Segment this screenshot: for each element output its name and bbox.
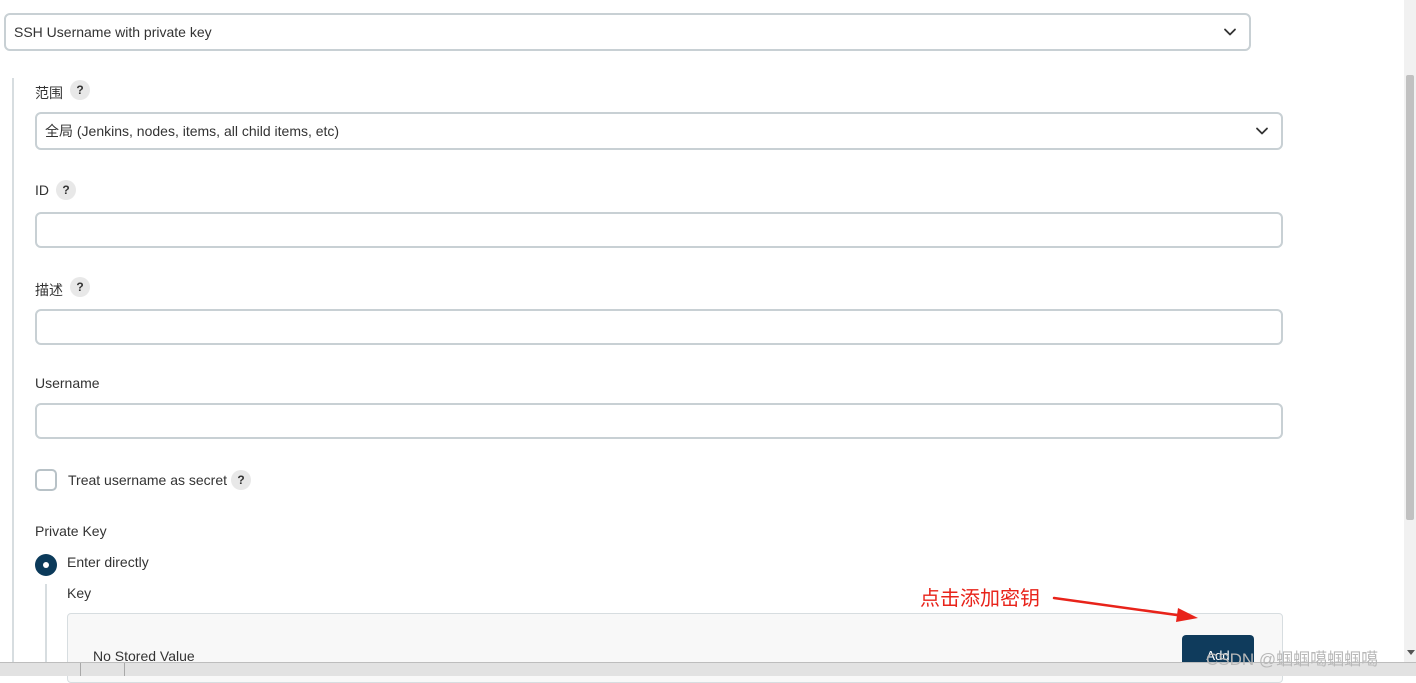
horizontal-scrollbar — [0, 662, 1416, 676]
section-indent-line — [12, 78, 14, 662]
description-help-icon[interactable]: ? — [70, 277, 90, 297]
username-label: Username — [35, 375, 100, 391]
kind-select-value: SSH Username with private key — [14, 24, 212, 40]
treat-secret-help-icon[interactable]: ? — [231, 470, 251, 490]
watermark: CSDN @蝈蝈噶蝈蝈噶 — [1206, 650, 1379, 669]
scope-label: 范围 — [35, 85, 63, 101]
scroll-down-arrow-icon[interactable] — [1406, 648, 1416, 656]
scrollbar-thumb[interactable] — [1406, 75, 1414, 520]
treat-secret-label[interactable]: Treat username as secret — [68, 472, 227, 488]
id-label: ID — [35, 182, 49, 198]
kind-select[interactable]: SSH Username with private key — [4, 13, 1251, 51]
annotation-arrow — [1052, 596, 1198, 622]
key-label: Key — [67, 585, 92, 601]
description-label: 描述 — [35, 282, 63, 298]
chevron-down-icon — [1223, 25, 1237, 39]
enter-directly-label[interactable]: Enter directly — [67, 554, 149, 570]
scope-help-icon[interactable]: ? — [70, 80, 90, 100]
radio-dot — [43, 562, 49, 568]
id-help-icon[interactable]: ? — [56, 180, 76, 200]
description-input[interactable] — [35, 309, 1283, 345]
enter-directly-radio[interactable] — [35, 554, 57, 576]
treat-secret-checkbox[interactable] — [35, 469, 57, 491]
scope-select-value: 全局 (Jenkins, nodes, items, all child ite… — [45, 123, 340, 139]
vertical-scrollbar[interactable] — [1404, 0, 1416, 662]
id-input[interactable] — [35, 212, 1283, 248]
username-input[interactable] — [35, 403, 1283, 439]
chevron-down-icon — [1255, 124, 1269, 138]
key-indent-line — [45, 584, 47, 662]
scope-select[interactable]: 全局 (Jenkins, nodes, items, all child ite… — [35, 112, 1283, 150]
annotation-text: 点击添加密钥 — [920, 586, 1040, 610]
private-key-label: Private Key — [35, 523, 107, 539]
